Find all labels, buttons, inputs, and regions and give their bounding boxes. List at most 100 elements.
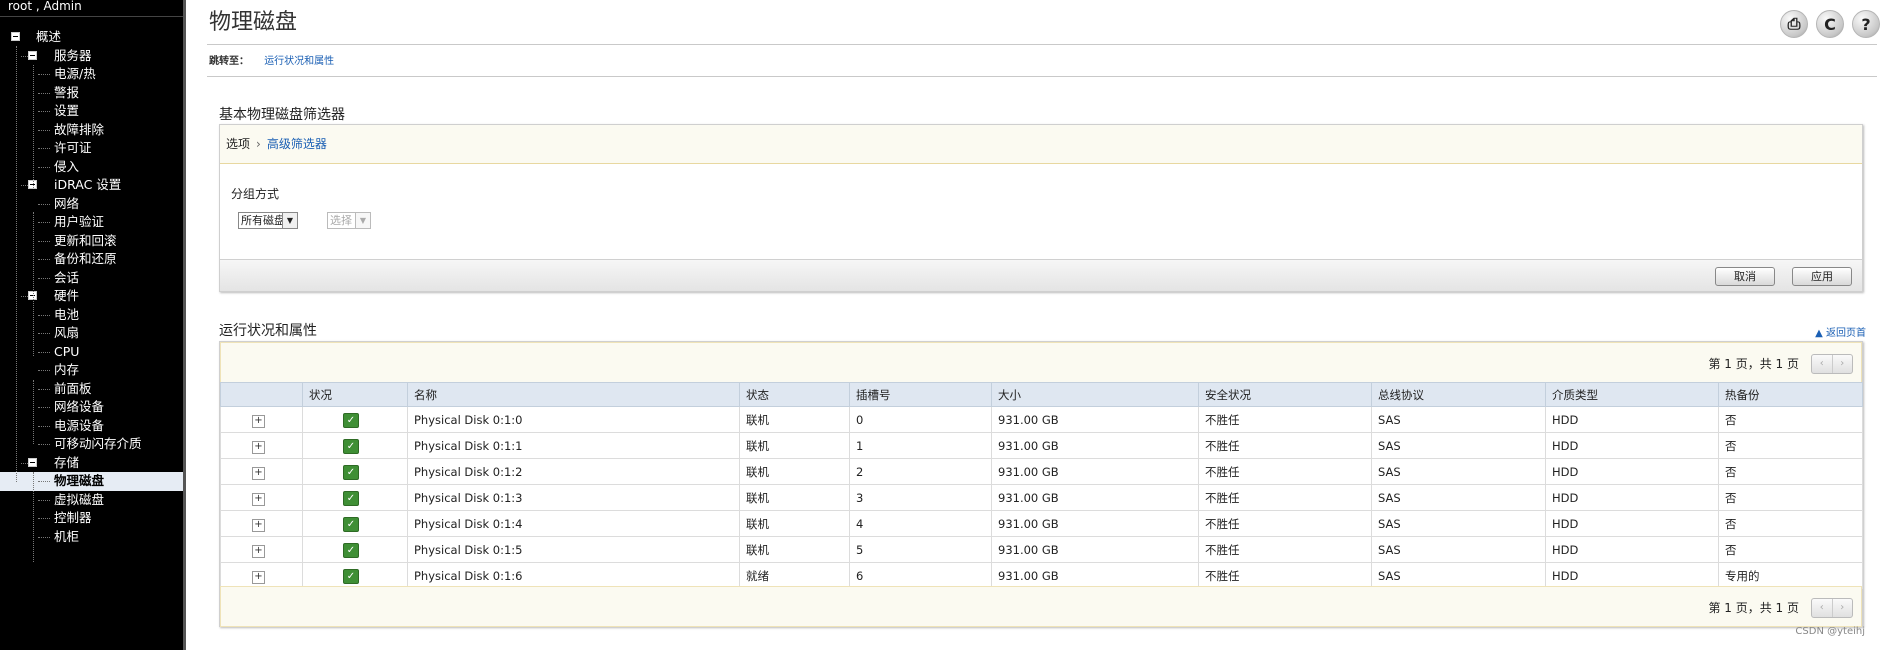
column-header: 安全状况 xyxy=(1198,382,1372,407)
sidebar-item[interactable]: 侵入 xyxy=(0,158,186,177)
help-button[interactable]: ? xyxy=(1852,10,1880,38)
sidebar-item[interactable]: 存储 xyxy=(0,454,186,473)
sidebar-item-label: 控制器 xyxy=(54,510,92,525)
sidebar-item[interactable]: 概述 xyxy=(0,28,186,47)
cell-hotspare: 否 xyxy=(1718,406,1863,433)
collapse-toggle-icon[interactable] xyxy=(28,457,37,467)
expand-row-icon[interactable]: + xyxy=(252,440,265,454)
status-ok-icon: ✓ xyxy=(343,542,359,558)
sidebar-item[interactable]: 用户验证 xyxy=(0,213,186,232)
group-value-select[interactable]: 选择 ▼ xyxy=(327,212,371,229)
table-row: + ✓ Physical Disk 0:1:5 联机 5 931.00 GB 不胜任 SAS H… xyxy=(220,536,1863,563)
tree-connector xyxy=(38,518,50,519)
sidebar-item[interactable]: CPU xyxy=(0,343,186,362)
apply-button[interactable]: 应用 xyxy=(1792,267,1852,286)
collapse-toggle-icon[interactable] xyxy=(11,32,20,41)
prev-page-button[interactable]: ‹ xyxy=(1812,355,1832,373)
jump-link-health[interactable]: 运行状况和属性 xyxy=(264,56,334,67)
sidebar-item[interactable]: 许可证 xyxy=(0,139,186,158)
cell-slot: 1 xyxy=(849,432,992,459)
sidebar-item[interactable]: 控制器 xyxy=(0,509,186,528)
sidebar-item-label: 侵入 xyxy=(54,158,80,174)
status-ok-icon: ✓ xyxy=(343,568,359,584)
cell-bus: SAS xyxy=(1371,562,1546,589)
sidebar-item-label: 硬件 xyxy=(54,288,80,303)
sidebar-item[interactable]: 设置 xyxy=(0,102,186,121)
status-ok-icon: ✓ xyxy=(343,438,359,454)
tab-options[interactable]: 选项 xyxy=(226,137,250,151)
tree-connector xyxy=(38,314,50,316)
page-indicator: 第 1 页，共 1 页 xyxy=(1708,601,1799,615)
sidebar-item[interactable]: 前面板 xyxy=(0,380,186,399)
tab-advanced-filter[interactable]: 高级筛选器 xyxy=(267,137,327,151)
sidebar-item-label: 会话 xyxy=(54,269,80,285)
cell-name: Physical Disk 0:1:3 xyxy=(407,484,740,511)
sidebar-item[interactable]: 物理磁盘 xyxy=(0,472,186,491)
sidebar-item[interactable]: 电源设备 xyxy=(0,417,186,436)
expand-row-icon[interactable]: + xyxy=(252,518,265,532)
expand-row-icon[interactable]: + xyxy=(252,492,265,506)
sidebar-item-label: 备份和还原 xyxy=(54,251,117,266)
sidebar-item-label: 前面板 xyxy=(54,380,92,396)
cell-state: 联机 xyxy=(739,458,850,485)
status-cell: ✓ xyxy=(302,536,408,563)
sidebar-item[interactable]: 网络 xyxy=(0,195,186,214)
table-row: + ✓ Physical Disk 0:1:2 联机 2 931.00 GB 不胜任 SAS H… xyxy=(220,458,1863,485)
table-row: + ✓ Physical Disk 0:1:0 联机 0 931.00 GB 不胜任 SAS H… xyxy=(220,406,1863,433)
group-by-select[interactable]: 所有磁盘 ▼ xyxy=(238,212,298,229)
tree-connector xyxy=(38,74,50,75)
sidebar-item[interactable]: 更新和回滚 xyxy=(0,232,186,251)
sidebar-item[interactable]: 会话 xyxy=(0,269,186,288)
sidebar-item[interactable]: 硬件 xyxy=(0,287,186,306)
column-header: 状况 xyxy=(302,382,408,407)
sidebar-item-label: 警报 xyxy=(54,84,80,100)
collapse-toggle-icon[interactable] xyxy=(28,50,37,60)
sidebar-item[interactable]: 电源/热 xyxy=(0,65,186,84)
sidebar-item[interactable]: 服务器 xyxy=(0,47,186,66)
cell-media: HDD xyxy=(1545,510,1719,537)
cell-security: 不胜任 xyxy=(1198,484,1372,511)
cell-media: HDD xyxy=(1545,458,1719,485)
prev-page-button[interactable]: ‹ xyxy=(1812,599,1832,617)
cancel-button[interactable]: 取消 xyxy=(1715,267,1775,286)
status-ok-icon: ✓ xyxy=(343,464,359,480)
sidebar-item[interactable]: 风扇 xyxy=(0,324,186,343)
sidebar-item[interactable]: 机柜 xyxy=(0,528,186,547)
sidebar-item[interactable]: 电池 xyxy=(0,306,186,325)
cell-slot: 3 xyxy=(849,484,992,511)
cell-name: Physical Disk 0:1:1 xyxy=(407,432,740,459)
expand-row-icon[interactable]: + xyxy=(252,544,265,558)
chevron-down-icon: ▼ xyxy=(355,213,370,228)
sidebar-item-label: 风扇 xyxy=(54,325,80,340)
refresh-button[interactable]: C xyxy=(1816,10,1844,38)
table-row: + ✓ Physical Disk 0:1:4 联机 4 931.00 GB 不胜任 SAS H… xyxy=(220,510,1863,537)
sidebar-item[interactable]: 虚拟磁盘 xyxy=(0,491,186,510)
status-cell: ✓ xyxy=(302,406,408,433)
next-page-button[interactable]: › xyxy=(1831,599,1853,617)
status-ok-icon: ✓ xyxy=(343,516,359,532)
sidebar-item[interactable]: 可移动闪存介质 xyxy=(0,435,186,454)
back-to-top-link[interactable]: ▲ 返回页首 xyxy=(1815,324,1866,339)
expand-row-icon[interactable]: + xyxy=(252,570,265,584)
expand-row-icon[interactable]: + xyxy=(252,466,265,480)
cell-bus: SAS xyxy=(1371,458,1546,485)
status-cell: ✓ xyxy=(302,458,408,485)
tree-connector xyxy=(21,55,28,57)
next-page-button[interactable]: › xyxy=(1831,355,1853,373)
expand-row-icon[interactable]: + xyxy=(252,414,265,428)
sidebar-item[interactable]: 备份和还原 xyxy=(0,250,186,269)
expand-cell: + xyxy=(220,484,303,511)
sidebar-item[interactable]: 警报 xyxy=(0,84,186,103)
sidebar-item[interactable]: 故障排除 xyxy=(0,121,186,140)
sidebar-item[interactable]: iDRAC 设置 xyxy=(0,176,186,195)
column-header xyxy=(220,382,303,407)
group-by-label: 分组方式 xyxy=(231,187,280,201)
cell-size: 931.00 GB xyxy=(991,536,1199,563)
group-by-value: 所有磁盘 xyxy=(241,214,285,227)
sidebar-item-label: 故障排除 xyxy=(54,121,105,137)
cell-hotspare: 否 xyxy=(1718,510,1863,537)
sidebar-item[interactable]: 网络设备 xyxy=(0,398,186,417)
tree-connector xyxy=(38,407,50,408)
print-button[interactable]: ⎙ xyxy=(1780,10,1808,38)
sidebar-item[interactable]: 内存 xyxy=(0,361,186,380)
